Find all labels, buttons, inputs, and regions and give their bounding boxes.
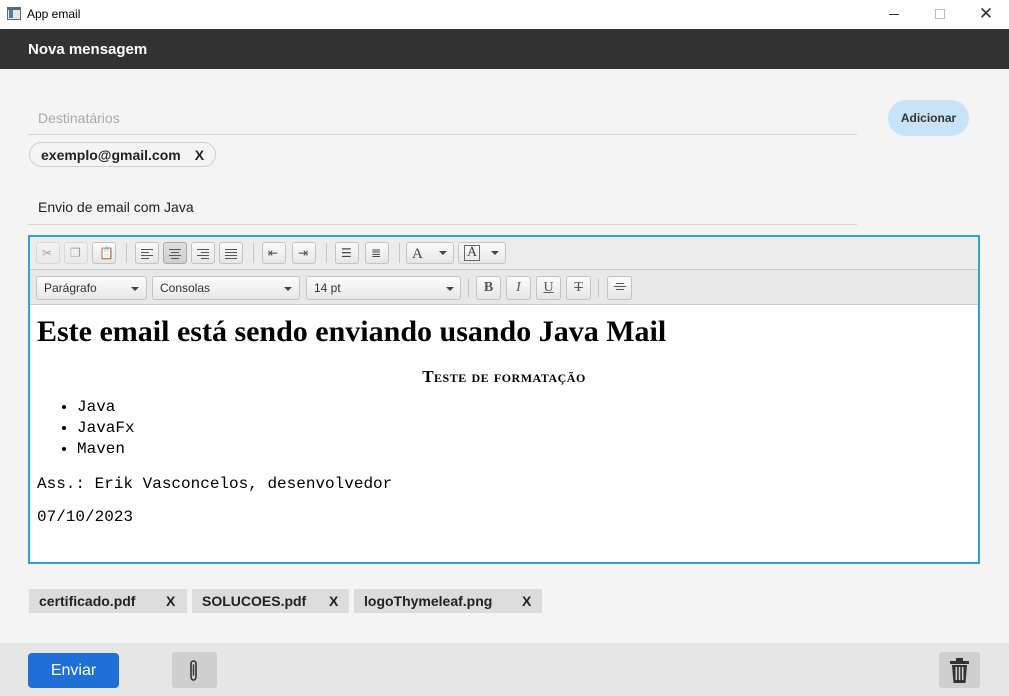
paste-button[interactable]: 📋 — [92, 242, 116, 264]
align-left-icon — [141, 249, 153, 261]
copy-button[interactable]: ❐ — [64, 242, 88, 264]
toolbar-separator — [253, 243, 254, 263]
close-icon: ✕ — [978, 4, 994, 23]
close-button[interactable]: ✕ — [963, 0, 1009, 29]
attach-file-button[interactable] — [172, 652, 217, 688]
remove-attachment-button[interactable]: X — [329, 589, 338, 613]
font-size-select[interactable]: 14 pt — [306, 276, 461, 300]
background-color-icon: A — [464, 245, 481, 261]
recipients-input[interactable] — [28, 101, 857, 135]
editor-toolbar-bottom: Parágrafo Consolas 14 pt B I U T — [30, 270, 978, 305]
bullet-list-icon: ☰ — [341, 246, 352, 260]
delete-button[interactable] — [939, 652, 980, 688]
maximize-icon — [935, 9, 945, 19]
subject-input[interactable] — [28, 190, 857, 225]
outdent-icon: ⇤ — [268, 246, 279, 260]
text-color-dropdown[interactable]: A — [406, 242, 454, 264]
app-window: App email ✕ Nova mensagem Adicionar exem… — [0, 0, 1009, 696]
add-recipient-button[interactable]: Adicionar — [888, 100, 969, 136]
paperclip-icon — [190, 660, 197, 681]
align-center-button[interactable] — [163, 242, 187, 264]
footer-bar: Enviar — [0, 643, 1009, 696]
document-date: 07/10/2023 — [37, 508, 134, 526]
font-size-value: 14 pt — [314, 281, 341, 295]
recipient-address: exemplo@gmail.com — [41, 146, 181, 163]
align-right-icon — [197, 249, 209, 261]
paragraph-style-value: Parágrafo — [44, 281, 97, 295]
recipient-chip: exemplo@gmail.com X — [29, 142, 217, 167]
align-right-button[interactable] — [191, 242, 215, 264]
app-icon — [7, 7, 21, 20]
indent-button[interactable]: ⇥ — [292, 242, 316, 264]
chevron-down-icon — [491, 251, 499, 255]
attachment-chip: logoThymeleaf.png X — [354, 589, 542, 613]
scissors-icon: ✂ — [42, 246, 53, 260]
align-center-icon — [169, 249, 181, 261]
editor-toolbar-top: ✂ ❐ 📋 ⇤ ⇥ ☰ ≣ A A — [30, 237, 978, 270]
attachment-chip: SOLUCOES.pdf X — [192, 589, 349, 613]
font-family-select[interactable]: Consolas — [152, 276, 300, 300]
align-justify-button[interactable] — [219, 242, 243, 264]
list-item: JavaFx — [77, 418, 971, 439]
numbered-list-icon: ≣ — [371, 246, 382, 260]
remove-attachment-button[interactable]: X — [522, 589, 531, 613]
minimize-icon — [889, 14, 899, 15]
page-title: Nova mensagem — [28, 41, 148, 58]
editor-content[interactable]: Este email está sendo enviando usando Ja… — [30, 305, 978, 562]
document-subheading: Teste de formatação — [422, 367, 586, 386]
font-family-value: Consolas — [160, 281, 211, 295]
outdent-button[interactable]: ⇤ — [262, 242, 286, 264]
chevron-down-icon — [284, 287, 292, 291]
paste-icon: 📋 — [99, 246, 114, 260]
horizontal-rule-button[interactable] — [607, 276, 632, 300]
document-list: Java JavaFx Maven — [37, 397, 971, 460]
attachment-name: certificado.pdf — [39, 593, 136, 609]
horizontal-rule-icon — [614, 283, 626, 292]
cut-button[interactable]: ✂ — [36, 242, 60, 264]
text-color-icon: A — [412, 246, 423, 262]
toolbar-separator — [399, 243, 400, 263]
attachment-name: logoThymeleaf.png — [364, 593, 493, 609]
toolbar-separator — [326, 243, 327, 263]
app-header: Nova mensagem — [0, 29, 1009, 69]
title-bar: App email ✕ — [0, 0, 1009, 29]
chevron-down-icon — [446, 287, 454, 291]
indent-icon: ⇥ — [298, 246, 309, 260]
strikethrough-button[interactable]: T — [566, 276, 591, 300]
align-justify-icon — [225, 249, 237, 261]
italic-button[interactable]: I — [506, 276, 531, 300]
paragraph-style-select[interactable]: Parágrafo — [36, 276, 147, 300]
underline-button[interactable]: U — [536, 276, 561, 300]
attachment-name: SOLUCOES.pdf — [202, 593, 307, 609]
bold-button[interactable]: B — [476, 276, 501, 300]
toolbar-separator — [126, 243, 127, 263]
remove-attachment-button[interactable]: X — [166, 589, 175, 613]
list-item: Java — [77, 397, 971, 418]
bullet-list-button[interactable]: ☰ — [335, 242, 359, 264]
list-item: Maven — [77, 439, 971, 460]
background-color-dropdown[interactable]: A — [458, 242, 506, 264]
html-editor: ✂ ❐ 📋 ⇤ ⇥ ☰ ≣ A A Parágrafo Consolas 14 … — [28, 235, 980, 564]
toolbar-separator — [468, 278, 469, 298]
document-heading: Este email está sendo enviando usando Ja… — [37, 315, 667, 348]
send-button[interactable]: Enviar — [28, 653, 119, 688]
minimize-button[interactable] — [871, 0, 917, 29]
window-title: App email — [27, 7, 81, 21]
chevron-down-icon — [131, 287, 139, 291]
document-signature: Ass.: Erik Vasconcelos, desenvolvedor — [37, 475, 393, 493]
numbered-list-button[interactable]: ≣ — [365, 242, 389, 264]
attachment-chip: certificado.pdf X — [29, 589, 187, 613]
chevron-down-icon — [439, 251, 447, 255]
trash-icon — [950, 658, 969, 683]
copy-icon: ❐ — [70, 246, 81, 260]
toolbar-separator — [598, 278, 599, 298]
align-left-button[interactable] — [135, 242, 159, 264]
remove-recipient-button[interactable]: X — [195, 147, 204, 163]
maximize-button[interactable] — [917, 0, 963, 29]
